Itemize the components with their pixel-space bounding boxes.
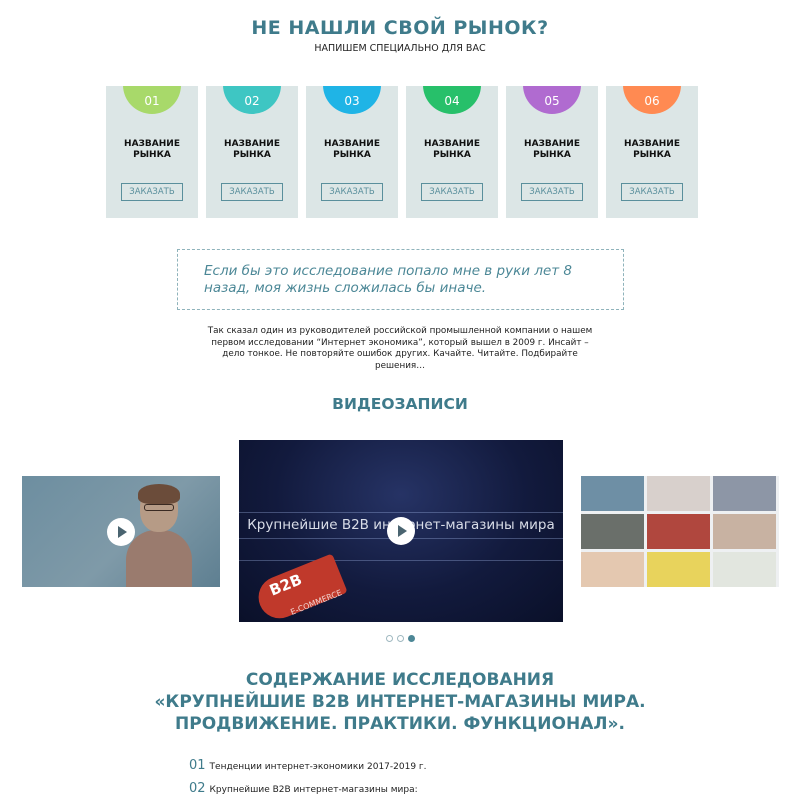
order-button[interactable]: ЗАКАЗАТЬ — [121, 183, 183, 201]
card-number: 02 — [244, 94, 260, 108]
play-icon[interactable] — [107, 518, 135, 546]
video-thumbnail — [581, 476, 644, 511]
video-slide-active[interactable]: Крупнейшие B2B интернет-магазины мира B2… — [239, 440, 563, 622]
market-card: 05 НАЗВАНИЕ РЫНКА ЗАКАЗАТЬ — [506, 86, 598, 218]
quote-description: Так сказал один из руководителей российс… — [207, 326, 593, 371]
video-thumbnail — [581, 552, 644, 587]
video-thumbnail — [647, 476, 710, 511]
video-section-title: ВИДЕОЗАПИСИ — [332, 395, 468, 413]
card-title: НАЗВАНИЕ РЫНКА — [524, 139, 580, 160]
toc-number: 01 — [189, 758, 206, 773]
order-button[interactable]: ЗАКАЗАТЬ — [321, 183, 383, 201]
card-title: НАЗВАНИЕ РЫНКА — [324, 139, 380, 160]
order-button[interactable]: ЗАКАЗАТЬ — [421, 183, 483, 201]
card-title: НАЗВАНИЕ РЫНКА — [124, 139, 180, 160]
market-card: 04 НАЗВАНИЕ РЫНКА ЗАКАЗАТЬ — [406, 86, 498, 218]
speaker-image — [126, 484, 192, 587]
quote-text: Если бы это исследование попало мне в ру… — [204, 263, 572, 296]
video-thumbnail — [647, 552, 710, 587]
carousel-dot[interactable] — [386, 635, 393, 642]
video-thumbnail — [647, 514, 710, 549]
market-cards: 01 НАЗВАНИЕ РЫНКА ЗАКАЗАТЬ 02 НАЗВАНИЕ РЫН… — [106, 86, 698, 218]
card-number: 05 — [544, 94, 560, 108]
market-card: 03 НАЗВАНИЕ РЫНКА ЗАКАЗАТЬ — [306, 86, 398, 218]
order-button[interactable]: ЗАКАЗАТЬ — [621, 183, 683, 201]
quote-box: Если бы это исследование попало мне в ру… — [177, 249, 624, 310]
video-thumbnail — [581, 514, 644, 549]
toc-number: 02 — [189, 781, 206, 796]
card-title: НАЗВАНИЕ РЫНКА — [624, 139, 680, 160]
carousel-dots — [386, 635, 426, 645]
toc-item: 02 Крупнейшие B2B интернет-магазины мира: — [189, 781, 589, 796]
card-number: 03 — [344, 94, 360, 108]
market-card: 01 НАЗВАНИЕ РЫНКА ЗАКАЗАТЬ — [106, 86, 198, 218]
order-button[interactable]: ЗАКАЗАТЬ — [521, 183, 583, 201]
market-section-subtitle: НАПИШЕМ СПЕЦИАЛЬНО ДЛЯ ВАС — [314, 43, 486, 54]
order-button[interactable]: ЗАКАЗАТЬ — [221, 183, 283, 201]
video-slide-next[interactable] — [581, 476, 779, 587]
play-icon[interactable] — [387, 517, 415, 545]
video-thumbnail — [713, 476, 776, 511]
content-section-title: СОДЕРЖАНИЕ ИССЛЕДОВАНИЯ «КРУПНЕЙШИЕ B2B … — [154, 670, 646, 734]
market-card: 06 НАЗВАНИЕ РЫНКА ЗАКАЗАТЬ — [606, 86, 698, 218]
video-thumbnail — [713, 552, 776, 587]
market-section-title: НЕ НАШЛИ СВОЙ РЫНОК? — [251, 17, 549, 39]
card-number: 06 — [644, 94, 660, 108]
toc-item: 01 Тенденции интернет-экономики 2017-2019… — [189, 758, 589, 773]
toc-text: Крупнейшие B2B интернет-магазины мира: — [209, 785, 418, 795]
toc-text: Тенденции интернет-экономики 2017-2019 г… — [209, 762, 427, 772]
card-number: 01 — [144, 94, 160, 108]
video-slide-prev[interactable] — [22, 476, 220, 587]
carousel-dot-active[interactable] — [408, 635, 415, 642]
carousel-dot[interactable] — [397, 635, 404, 642]
video-thumbnail — [713, 514, 776, 549]
card-number: 04 — [444, 94, 460, 108]
card-title: НАЗВАНИЕ РЫНКА — [224, 139, 280, 160]
market-card: 02 НАЗВАНИЕ РЫНКА ЗАКАЗАТЬ — [206, 86, 298, 218]
card-title: НАЗВАНИЕ РЫНКА — [424, 139, 480, 160]
